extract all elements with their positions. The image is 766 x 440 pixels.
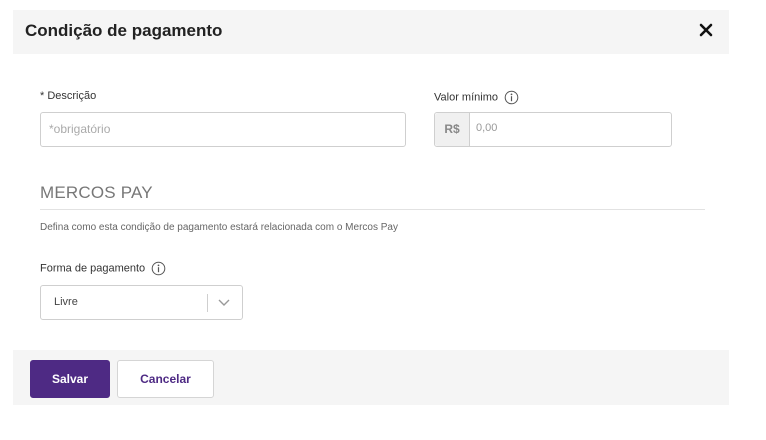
- modal-header: Condição de pagamento: [13, 10, 729, 54]
- modal-footer: Salvar Cancelar: [13, 350, 729, 405]
- cancel-button[interactable]: Cancelar: [117, 360, 214, 398]
- descricao-label: * Descrição: [40, 90, 97, 102]
- modal-title: Condição de pagamento: [25, 21, 223, 40]
- descricao-input[interactable]: *obrigatório: [40, 112, 406, 147]
- valor-minimo-label-group: Valor mínimo: [434, 90, 519, 105]
- select-separator: [207, 294, 208, 312]
- valor-minimo-label: Valor mínimo: [434, 91, 498, 104]
- currency-prefix: R$: [435, 113, 470, 146]
- descricao-placeholder: *obrigatório: [49, 122, 111, 136]
- chevron-down-icon[interactable]: [217, 297, 231, 309]
- mercos-pay-title: MERCOS PAY: [40, 183, 153, 202]
- forma-pagamento-select[interactable]: Livre: [40, 285, 243, 320]
- forma-pagamento-label-group: Forma de pagamento: [40, 261, 166, 276]
- save-button[interactable]: Salvar: [30, 360, 110, 398]
- valor-minimo-input[interactable]: R$ 0,00: [434, 112, 672, 147]
- close-button[interactable]: [695, 19, 717, 41]
- valor-minimo-value: 0,00: [476, 122, 498, 134]
- forma-pagamento-value: Livre: [54, 296, 78, 308]
- section-divider: [40, 209, 705, 210]
- forma-pagamento-label: Forma de pagamento: [40, 262, 146, 275]
- close-icon: [699, 23, 713, 37]
- info-icon[interactable]: [151, 261, 166, 276]
- info-icon[interactable]: [504, 90, 519, 105]
- payment-condition-modal: Condição de pagamento * Descrição *obrig…: [13, 10, 729, 405]
- mercos-pay-description: Defina como esta condição de pagamento e…: [40, 222, 398, 233]
